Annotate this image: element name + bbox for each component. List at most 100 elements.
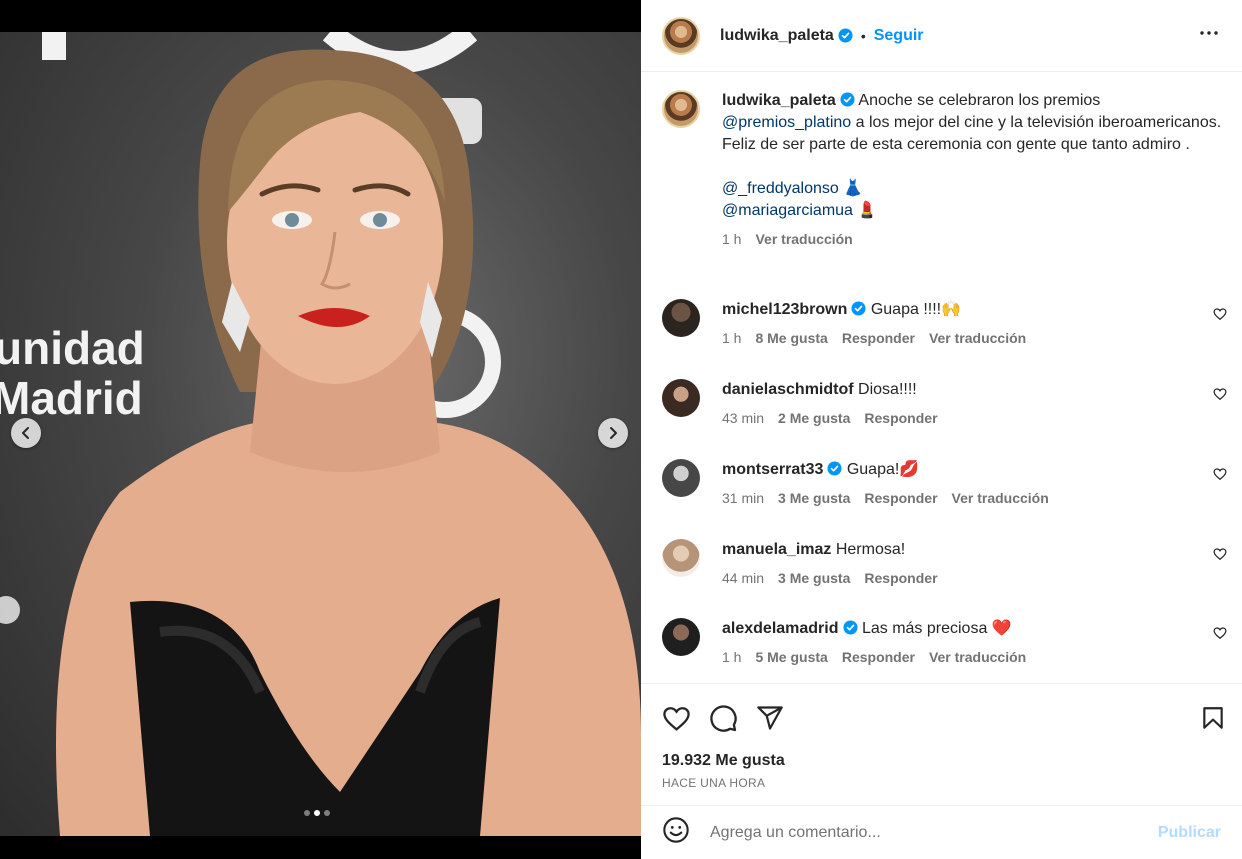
previous-photo-button[interactable] (11, 418, 41, 448)
backdrop-text-1: unidad (0, 322, 145, 374)
next-photo-button[interactable] (598, 418, 628, 448)
chevron-left-icon (22, 427, 29, 439)
post-side-panel: ludwika_paleta • Seguir ludwika_paleta A… (641, 0, 1242, 859)
comment-meta: 43 min 2 Me gusta Responder (722, 407, 1230, 429)
caption-translate-link[interactable]: Ver traducción (755, 228, 852, 250)
comment-username[interactable]: montserrat33 (722, 461, 823, 478)
caption-mention-premios-platino[interactable]: @premios_platino (722, 114, 851, 131)
carousel-dot (304, 810, 310, 816)
comment-input[interactable] (710, 823, 1158, 842)
commenter-avatar[interactable] (662, 299, 700, 337)
comment-meta: 44 min 3 Me gusta Responder (722, 567, 1230, 589)
comment-text-line: manuela_imaz Hermosa! (722, 539, 1230, 561)
carousel-indicator (304, 810, 330, 816)
verified-badge-icon (838, 28, 853, 43)
comment-time[interactable]: 44 min (722, 567, 764, 589)
comment-translate-link[interactable]: Ver traducción (952, 487, 1049, 509)
comment-username[interactable]: michel123brown (722, 301, 847, 318)
like-count[interactable]: 19.932 Me gusta (662, 752, 785, 770)
comment-row: michel123brown Guapa !!!!🙌 1 h 8 Me gust… (662, 299, 1230, 349)
more-options-button[interactable] (1197, 21, 1221, 50)
owner-username[interactable]: ludwika_paleta (720, 27, 834, 45)
commenter-avatar[interactable] (662, 618, 700, 656)
emoji-icon (663, 817, 689, 843)
owner-avatar[interactable] (662, 16, 700, 55)
heart-icon (1213, 388, 1227, 401)
verified-badge-icon (842, 620, 858, 635)
heart-icon (1213, 308, 1227, 321)
caption-username[interactable]: ludwika_paleta (722, 92, 836, 109)
comment-like-button[interactable] (1213, 307, 1227, 326)
comment-reply-button[interactable]: Responder (864, 487, 937, 509)
comment-like-count[interactable]: 8 Me gusta (755, 327, 827, 349)
caption-text: ludwika_paleta Anoche se celebraron los … (722, 90, 1230, 156)
comment-translate-link[interactable]: Ver traducción (929, 646, 1026, 668)
caption-credit-1: @_freddyalonso 👗 (722, 178, 1230, 200)
comment-username[interactable]: manuela_imaz (722, 541, 831, 558)
header-separator: • (860, 27, 866, 44)
comment-like-count[interactable]: 2 Me gusta (778, 407, 850, 429)
follow-button[interactable]: Seguir (874, 27, 924, 45)
carousel-dot (324, 810, 330, 816)
comment-time[interactable]: 31 min (722, 487, 764, 509)
share-icon (757, 706, 783, 730)
comment-like-button[interactable] (1213, 547, 1227, 566)
comment-time[interactable]: 43 min (722, 407, 764, 429)
comment-like-button[interactable] (1213, 387, 1227, 406)
comment-meta: 31 min 3 Me gusta Responder Ver traducci… (722, 487, 1230, 509)
comments-list[interactable]: ludwika_paleta Anoche se celebraron los … (641, 72, 1242, 684)
comment-text-line: danielaschmidtof Diosa!!!! (722, 379, 1230, 401)
comment-row: alexdelamadrid Las más preciosa ❤️ 1 h 5… (662, 618, 1230, 668)
comment-meta: 1 h 5 Me gusta Responder Ver traducción (722, 646, 1230, 668)
comment-translate-link[interactable]: Ver traducción (929, 327, 1026, 349)
heart-icon (1213, 468, 1227, 481)
caption-body: ludwika_paleta Anoche se celebraron los … (722, 90, 1230, 250)
comment-username[interactable]: alexdelamadrid (722, 620, 839, 637)
comment-body: danielaschmidtof Diosa!!!! 43 min 2 Me g… (722, 379, 1230, 429)
caption-time[interactable]: 1 h (722, 228, 741, 250)
save-button[interactable] (1200, 704, 1226, 732)
commenter-avatar[interactable] (662, 459, 700, 497)
instagram-post-modal: unidad Madrid ludwika_paleta • Seguir lu… (0, 0, 1242, 859)
caption-mention-mariagarciamua[interactable]: @mariagarciamua (722, 202, 853, 219)
lipstick-emoji: 💄 (857, 202, 878, 219)
publish-button[interactable]: Publicar (1158, 824, 1221, 842)
bookmark-icon (1203, 707, 1223, 729)
iris-left (285, 213, 299, 227)
like-button[interactable] (662, 704, 691, 733)
comment-like-button[interactable] (1213, 626, 1227, 645)
comment-reply-button[interactable]: Responder (864, 407, 937, 429)
comment-like-count[interactable]: 3 Me gusta (778, 487, 850, 509)
dress-emoji: 👗 (843, 180, 864, 197)
caption-meta: 1 h Ver traducción (722, 228, 1230, 250)
comment-meta: 1 h 8 Me gusta Responder Ver traducción (722, 327, 1230, 349)
caption-mention-freddyalonso[interactable]: @_freddyalonso (722, 180, 839, 197)
comment-like-count[interactable]: 3 Me gusta (778, 567, 850, 589)
comment-body: alexdelamadrid Las más preciosa ❤️ 1 h 5… (722, 618, 1230, 668)
share-button[interactable] (756, 704, 784, 732)
comment-reply-button[interactable]: Responder (842, 646, 915, 668)
comment-body: montserrat33 Guapa!💋 31 min 3 Me gusta R… (722, 459, 1230, 509)
commenter-avatar[interactable] (662, 539, 700, 577)
comment-like-count[interactable]: 5 Me gusta (755, 646, 827, 668)
carousel-dot-active (314, 810, 320, 816)
emoji-button[interactable] (662, 816, 690, 849)
comment-username[interactable]: danielaschmidtof (722, 381, 854, 398)
comment-time[interactable]: 1 h (722, 327, 741, 349)
commenter-avatar[interactable] (662, 379, 700, 417)
verified-badge-icon (840, 92, 855, 107)
caption-credit-2: @mariagarciamua 💄 (722, 200, 1230, 222)
comment-time[interactable]: 1 h (722, 646, 741, 668)
post-timestamp[interactable]: HACE UNA HORA (662, 776, 765, 790)
caption-avatar[interactable] (662, 90, 700, 128)
comment-reply-button[interactable]: Responder (864, 567, 937, 589)
comment-button[interactable] (709, 704, 738, 733)
post-photo: unidad Madrid (0, 32, 641, 836)
comment-like-button[interactable] (1213, 467, 1227, 486)
post-actions-bar (662, 698, 1226, 738)
comment-reply-button[interactable]: Responder (842, 327, 915, 349)
comment-text-line: alexdelamadrid Las más preciosa ❤️ (722, 618, 1230, 640)
photo-illustration: unidad Madrid (0, 32, 641, 836)
comment-text: Guapa !!!!🙌 (870, 301, 962, 318)
heart-icon (663, 706, 690, 731)
